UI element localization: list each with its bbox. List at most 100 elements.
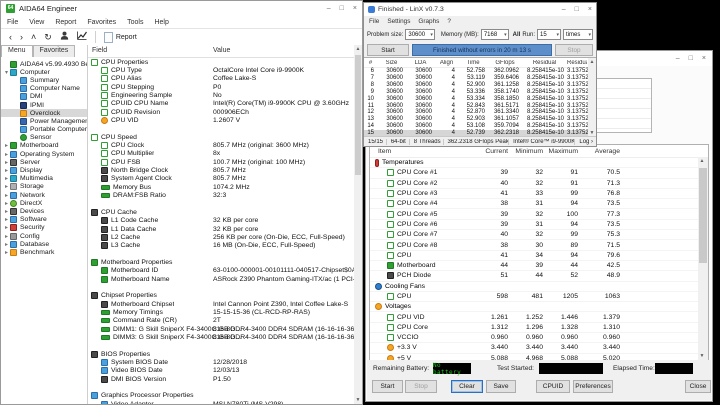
sensor-group-voltages[interactable]: Voltages <box>370 302 708 312</box>
menu-item-file[interactable]: File <box>7 19 18 26</box>
sidebar-item-display[interactable]: ▸Display <box>1 166 87 174</box>
sensor-row[interactable]: +3.3 V3.4403.4403.4403.440 <box>370 343 708 353</box>
table-row[interactable]: Memory Bus1074.2 MHz <box>88 183 354 191</box>
menu-item-graphs[interactable]: Graphs <box>418 18 439 25</box>
group-header-row[interactable]: CPU Properties <box>88 58 354 66</box>
result-row[interactable]: 113060030600452.843361.51718.258415e-103… <box>364 102 596 109</box>
menu-item-file[interactable]: File <box>369 18 379 25</box>
column-header[interactable]: Field Value <box>88 45 354 58</box>
tree-collapsed-icon[interactable]: ▸ <box>3 208 10 215</box>
scroll-up-icon[interactable]: ▲ <box>698 157 706 165</box>
sensor-row[interactable]: VCCIO0.9600.9600.9600.960 <box>370 333 708 343</box>
result-row[interactable]: 123060030600452.870361.33408.258415e-103… <box>364 109 596 116</box>
close-button[interactable]: × <box>353 5 357 12</box>
table-row[interactable]: CPU FSB100.7 MHz (original: 100 MHz) <box>88 158 354 166</box>
table-row[interactable]: L1 Data Cache32 KB per core <box>88 225 354 233</box>
group-header-row[interactable]: Chipset Properties <box>88 292 354 300</box>
menu-item-settings[interactable]: Settings <box>387 18 410 25</box>
column-header-size[interactable]: Size <box>377 60 406 66</box>
tree-collapsed-icon[interactable]: ▸ <box>3 249 10 256</box>
sensor-row[interactable]: CPU Core #341339976.8 <box>370 189 708 199</box>
column-header-lda[interactable]: LDA <box>406 60 435 66</box>
item-column-header[interactable]: Item <box>370 148 478 155</box>
report-button[interactable]: Report <box>100 32 141 43</box>
table-row[interactable]: CPU Clock805.7 MHz (original: 3600 MHz) <box>88 141 354 149</box>
up-icon[interactable]: ˄ <box>31 30 36 44</box>
maximize-button[interactable]: □ <box>575 6 579 13</box>
table-row[interactable]: Video BIOS Date12/03/13 <box>88 367 354 375</box>
maximize-button[interactable]: □ <box>689 55 693 62</box>
sensor-row[interactable]: CPU Core #5393210077.3 <box>370 209 708 219</box>
forward-icon[interactable]: › <box>20 30 23 44</box>
table-row[interactable]: CPUID Revision000906ECh <box>88 108 354 116</box>
tree-collapsed-icon[interactable]: ▸ <box>3 192 10 199</box>
sidebar-item-overclock[interactable]: Overclock <box>1 109 87 117</box>
table-row[interactable]: DIMM3: G Skill SniperX F4-3400C16-8G...8… <box>88 333 354 341</box>
minimize-button[interactable]: – <box>562 6 566 13</box>
tree-collapsed-icon[interactable]: ▸ <box>3 151 10 158</box>
sidebar-item-aida64-v5-99-4930-beta[interactable]: AIDA64 v5.99.4930 Beta <box>1 60 87 68</box>
sensor-row[interactable]: CPU Core #438319473.5 <box>370 199 708 209</box>
table-row[interactable]: CPU SteppingP0 <box>88 83 354 91</box>
sidebar-item-config[interactable]: ▸Config <box>1 232 87 240</box>
table-row[interactable]: Motherboard ID63-0100-000001-00101111-04… <box>88 267 354 275</box>
tab-menu[interactable]: Menu <box>1 45 33 57</box>
sensor-row[interactable]: CPU Core #139329170.5 <box>370 168 708 178</box>
minimize-button[interactable]: – <box>676 55 680 62</box>
run-unit-select[interactable]: times ▾ <box>563 29 593 40</box>
sidebar-item-software[interactable]: ▸Software <box>1 216 87 224</box>
sensor-row[interactable]: CPU Core #240329171.3 <box>370 179 708 189</box>
close-button[interactable]: × <box>588 6 592 13</box>
aida64-scrollbar[interactable]: ▲ ▼ <box>354 45 362 404</box>
menu-item-favorites[interactable]: Favorites <box>87 19 116 26</box>
result-row[interactable]: 103060030600453.334358.18508.258415e-103… <box>364 95 596 102</box>
result-row[interactable]: 143060030600453.108359.70948.258415e-103… <box>364 123 596 130</box>
group-header-row[interactable]: Motherboard Properties <box>88 258 354 266</box>
result-row[interactable]: 133060030600452.903361.10578.258415e-103… <box>364 116 596 123</box>
column-header-residual-norm-[interactable]: Residual (norm.) <box>567 60 587 66</box>
table-row[interactable]: Motherboard NameASRock Z390 Phantom Gami… <box>88 275 354 283</box>
sidebar-item-server[interactable]: ▸Server <box>1 158 87 166</box>
table-row[interactable]: DMI BIOS VersionP1.50 <box>88 375 354 383</box>
minimum-column-header[interactable]: Minimum <box>508 148 543 155</box>
run-count-select[interactable]: 15 ▾ <box>537 29 561 40</box>
sensor-row[interactable]: CPU41349479.6 <box>370 251 708 261</box>
table-row[interactable]: CPUID CPU NameIntel(R) Core(TM) i9-9900K… <box>88 100 354 108</box>
sensor-row[interactable]: CPU VID1.2611.2521.4461.379 <box>370 312 708 322</box>
group-header-row[interactable]: Graphics Processor Properties <box>88 392 354 400</box>
column-header-gflops[interactable]: GFlops <box>488 60 522 66</box>
menu-item-view[interactable]: View <box>29 19 44 26</box>
group-header-row[interactable]: BIOS Properties <box>88 350 354 358</box>
table-row[interactable]: CPU AliasCoffee Lake-S <box>88 75 354 83</box>
tab-favorites[interactable]: Favorites <box>33 45 76 57</box>
result-row[interactable]: 63060030600452.758362.09628.258415e-103.… <box>364 68 596 75</box>
scroll-down-icon[interactable]: ▼ <box>354 396 362 404</box>
sidebar-item-power-management[interactable]: Power Management <box>1 117 87 125</box>
sidebar-item-storage[interactable]: ▸Storage <box>1 183 87 191</box>
memory-select[interactable]: 7168 ▾ <box>481 29 509 40</box>
menu-item-tools[interactable]: Tools <box>127 19 143 26</box>
sidebar-item-benchmark[interactable]: ▸Benchmark <box>1 248 87 256</box>
value-column-header[interactable]: Value <box>213 47 230 54</box>
tree-collapsed-icon[interactable]: ▸ <box>3 233 10 240</box>
table-row[interactable]: DRAM:FSB Ratio32:3 <box>88 192 354 200</box>
result-row[interactable]: 73060030600453.119359.64068.258415e-103.… <box>364 75 596 82</box>
scroll-up-icon[interactable]: ▲ <box>354 45 362 53</box>
column-header-residual[interactable]: Residual <box>522 60 567 66</box>
column-header-time[interactable]: Time <box>458 60 488 66</box>
table-row[interactable]: L2 Cache256 KB per core (On-Die, ECC, Fu… <box>88 233 354 241</box>
sensor-row[interactable]: CPU Core1.3121.2961.3281.310 <box>370 323 708 333</box>
sidebar-item-network[interactable]: ▸Network <box>1 191 87 199</box>
sensor-row[interactable]: CPU Core #639319473.5 <box>370 220 708 230</box>
scrollbar-thumb[interactable] <box>355 55 361 175</box>
start-button[interactable]: Start <box>372 380 403 393</box>
sidebar-item-directx[interactable]: ▸DirectX <box>1 199 87 207</box>
all-label[interactable]: All <box>513 32 521 38</box>
tree-collapsed-icon[interactable]: ▸ <box>3 241 10 248</box>
sidebar-item-operating-system[interactable]: ▸Operating System <box>1 150 87 158</box>
tree-collapsed-icon[interactable]: ▸ <box>3 200 10 207</box>
menu-item-report[interactable]: Report <box>55 19 76 26</box>
column-header--[interactable]: # <box>364 60 377 66</box>
start-button[interactable]: Start <box>367 44 409 56</box>
table-row[interactable]: Video AdapterMSI N780Ti (MS-V298) <box>88 400 354 404</box>
